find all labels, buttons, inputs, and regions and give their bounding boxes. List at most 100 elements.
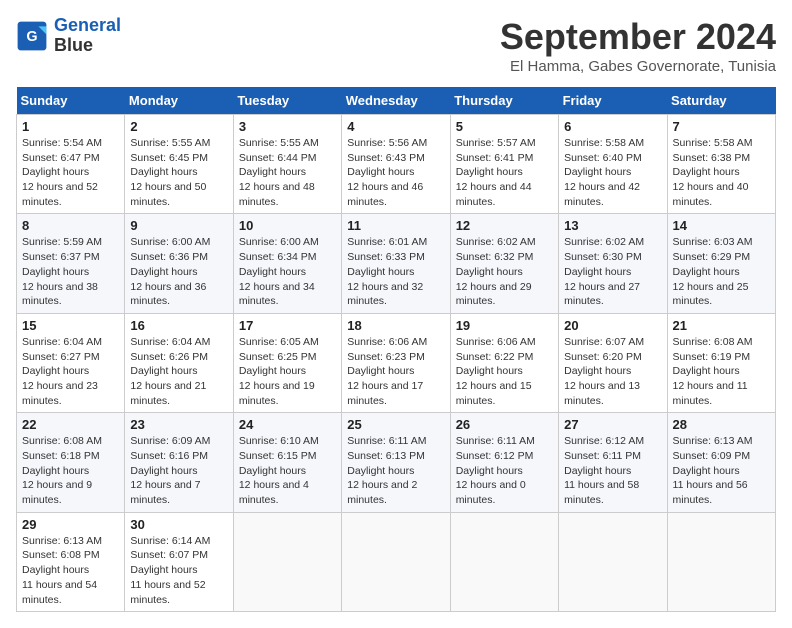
day-number: 6 [564,119,661,134]
day-number: 5 [456,119,553,134]
table-row: 24 Sunrise: 6:10 AMSunset: 6:15 PMDaylig… [233,413,341,512]
day-info: Sunrise: 6:09 AMSunset: 6:16 PMDaylight … [130,434,227,507]
day-info: Sunrise: 6:13 AMSunset: 6:08 PMDaylight … [22,534,119,607]
table-row: 10 Sunrise: 6:00 AMSunset: 6:34 PMDaylig… [233,214,341,313]
day-number: 25 [347,417,444,432]
table-row: 5 Sunrise: 5:57 AMSunset: 6:41 PMDayligh… [450,115,558,214]
table-row: 15 Sunrise: 6:04 AMSunset: 6:27 PMDaylig… [17,313,125,412]
table-row: 21 Sunrise: 6:08 AMSunset: 6:19 PMDaylig… [667,313,775,412]
day-number: 16 [130,318,227,333]
day-number: 20 [564,318,661,333]
calendar-week-row: 8 Sunrise: 5:59 AMSunset: 6:37 PMDayligh… [17,214,776,313]
day-info: Sunrise: 6:11 AMSunset: 6:12 PMDaylight … [456,434,553,507]
day-info: Sunrise: 6:06 AMSunset: 6:23 PMDaylight … [347,335,444,408]
day-info: Sunrise: 6:01 AMSunset: 6:33 PMDaylight … [347,235,444,308]
month-year-title: September 2024 [500,16,776,58]
day-info: Sunrise: 6:10 AMSunset: 6:15 PMDaylight … [239,434,336,507]
table-row [559,512,667,611]
header-saturday: Saturday [667,87,775,115]
title-block: September 2024 El Hamma, Gabes Governora… [500,16,776,75]
day-number: 11 [347,218,444,233]
table-row: 19 Sunrise: 6:06 AMSunset: 6:22 PMDaylig… [450,313,558,412]
table-row: 11 Sunrise: 6:01 AMSunset: 6:33 PMDaylig… [342,214,450,313]
day-info: Sunrise: 5:58 AMSunset: 6:38 PMDaylight … [673,136,770,209]
day-number: 26 [456,417,553,432]
calendar-week-row: 1 Sunrise: 5:54 AMSunset: 6:47 PMDayligh… [17,115,776,214]
calendar-week-row: 15 Sunrise: 6:04 AMSunset: 6:27 PMDaylig… [17,313,776,412]
day-info: Sunrise: 6:07 AMSunset: 6:20 PMDaylight … [564,335,661,408]
table-row: 25 Sunrise: 6:11 AMSunset: 6:13 PMDaylig… [342,413,450,512]
weekday-header-row: Sunday Monday Tuesday Wednesday Thursday… [17,87,776,115]
day-info: Sunrise: 5:55 AMSunset: 6:44 PMDaylight … [239,136,336,209]
day-info: Sunrise: 6:00 AMSunset: 6:34 PMDaylight … [239,235,336,308]
table-row: 2 Sunrise: 5:55 AMSunset: 6:45 PMDayligh… [125,115,233,214]
location-subtitle: El Hamma, Gabes Governorate, Tunisia [500,58,776,75]
day-number: 15 [22,318,119,333]
day-info: Sunrise: 6:04 AMSunset: 6:27 PMDaylight … [22,335,119,408]
table-row: 12 Sunrise: 6:02 AMSunset: 6:32 PMDaylig… [450,214,558,313]
day-number: 8 [22,218,119,233]
table-row: 16 Sunrise: 6:04 AMSunset: 6:26 PMDaylig… [125,313,233,412]
table-row [667,512,775,611]
day-info: Sunrise: 6:03 AMSunset: 6:29 PMDaylight … [673,235,770,308]
table-row: 20 Sunrise: 6:07 AMSunset: 6:20 PMDaylig… [559,313,667,412]
day-info: Sunrise: 6:06 AMSunset: 6:22 PMDaylight … [456,335,553,408]
table-row: 26 Sunrise: 6:11 AMSunset: 6:12 PMDaylig… [450,413,558,512]
table-row [342,512,450,611]
svg-text:G: G [26,29,37,45]
day-info: Sunrise: 6:05 AMSunset: 6:25 PMDaylight … [239,335,336,408]
day-number: 3 [239,119,336,134]
table-row: 14 Sunrise: 6:03 AMSunset: 6:29 PMDaylig… [667,214,775,313]
day-number: 2 [130,119,227,134]
logo-text: GeneralBlue [54,16,121,56]
table-row: 4 Sunrise: 5:56 AMSunset: 6:43 PMDayligh… [342,115,450,214]
day-number: 24 [239,417,336,432]
day-number: 7 [673,119,770,134]
day-number: 27 [564,417,661,432]
header-wednesday: Wednesday [342,87,450,115]
logo: G GeneralBlue [16,16,121,56]
table-row: 18 Sunrise: 6:06 AMSunset: 6:23 PMDaylig… [342,313,450,412]
calendar-week-row: 29 Sunrise: 6:13 AMSunset: 6:08 PMDaylig… [17,512,776,611]
day-info: Sunrise: 6:02 AMSunset: 6:30 PMDaylight … [564,235,661,308]
table-row: 28 Sunrise: 6:13 AMSunset: 6:09 PMDaylig… [667,413,775,512]
day-number: 12 [456,218,553,233]
day-info: Sunrise: 6:13 AMSunset: 6:09 PMDaylight … [673,434,770,507]
calendar-table: Sunday Monday Tuesday Wednesday Thursday… [16,87,776,612]
table-row [450,512,558,611]
table-row: 27 Sunrise: 6:12 AMSunset: 6:11 PMDaylig… [559,413,667,512]
day-number: 17 [239,318,336,333]
day-number: 4 [347,119,444,134]
day-info: Sunrise: 6:14 AMSunset: 6:07 PMDaylight … [130,534,227,607]
table-row: 7 Sunrise: 5:58 AMSunset: 6:38 PMDayligh… [667,115,775,214]
day-number: 13 [564,218,661,233]
page-header: G GeneralBlue September 2024 El Hamma, G… [16,16,776,75]
day-info: Sunrise: 6:02 AMSunset: 6:32 PMDaylight … [456,235,553,308]
day-info: Sunrise: 5:59 AMSunset: 6:37 PMDaylight … [22,235,119,308]
day-info: Sunrise: 6:08 AMSunset: 6:18 PMDaylight … [22,434,119,507]
day-number: 9 [130,218,227,233]
header-tuesday: Tuesday [233,87,341,115]
day-number: 21 [673,318,770,333]
day-number: 23 [130,417,227,432]
day-info: Sunrise: 5:57 AMSunset: 6:41 PMDaylight … [456,136,553,209]
table-row [233,512,341,611]
table-row: 29 Sunrise: 6:13 AMSunset: 6:08 PMDaylig… [17,512,125,611]
table-row: 17 Sunrise: 6:05 AMSunset: 6:25 PMDaylig… [233,313,341,412]
day-info: Sunrise: 6:00 AMSunset: 6:36 PMDaylight … [130,235,227,308]
table-row: 1 Sunrise: 5:54 AMSunset: 6:47 PMDayligh… [17,115,125,214]
table-row: 13 Sunrise: 6:02 AMSunset: 6:30 PMDaylig… [559,214,667,313]
day-number: 10 [239,218,336,233]
header-thursday: Thursday [450,87,558,115]
day-info: Sunrise: 5:56 AMSunset: 6:43 PMDaylight … [347,136,444,209]
day-number: 19 [456,318,553,333]
calendar-week-row: 22 Sunrise: 6:08 AMSunset: 6:18 PMDaylig… [17,413,776,512]
day-info: Sunrise: 5:58 AMSunset: 6:40 PMDaylight … [564,136,661,209]
day-info: Sunrise: 5:55 AMSunset: 6:45 PMDaylight … [130,136,227,209]
day-number: 14 [673,218,770,233]
day-number: 28 [673,417,770,432]
day-info: Sunrise: 6:08 AMSunset: 6:19 PMDaylight … [673,335,770,408]
table-row: 9 Sunrise: 6:00 AMSunset: 6:36 PMDayligh… [125,214,233,313]
day-info: Sunrise: 6:04 AMSunset: 6:26 PMDaylight … [130,335,227,408]
table-row: 30 Sunrise: 6:14 AMSunset: 6:07 PMDaylig… [125,512,233,611]
